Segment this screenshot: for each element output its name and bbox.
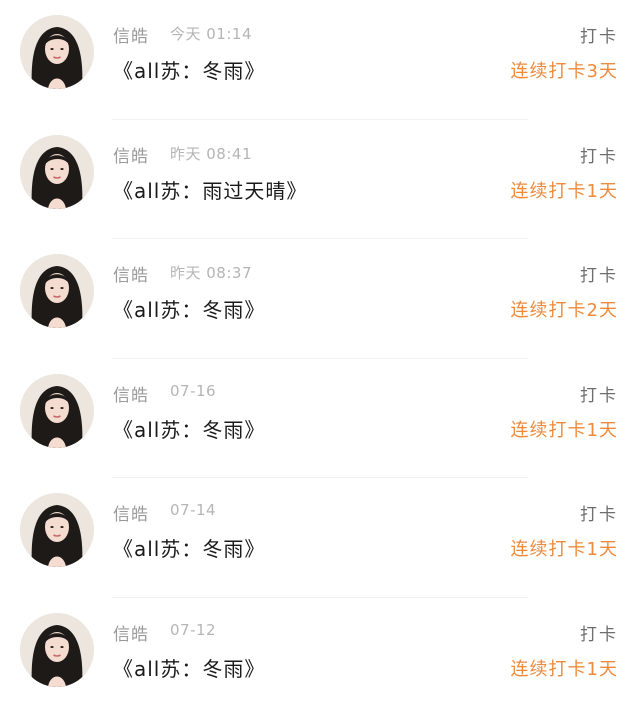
author-name[interactable]: 信皓: [113, 22, 149, 47]
post-time: 昨天 08:41: [170, 144, 252, 163]
avatar[interactable]: [20, 493, 94, 568]
streak-label: 连续打卡3天: [510, 61, 618, 82]
post-time: 07-12: [170, 620, 217, 639]
checkin-tag: 打卡: [580, 624, 618, 645]
avatar[interactable]: [20, 15, 94, 89]
avatar-portrait-icon: [20, 134, 94, 209]
post-time: 今天 01:14: [170, 25, 252, 43]
streak-label: 连续打卡1天: [510, 419, 618, 441]
post-time: 07-14: [170, 501, 217, 520]
avatar-portrait-icon: [20, 493, 94, 568]
streak-label: 连续打卡2天: [510, 300, 618, 322]
avatar-portrait-icon: [20, 612, 94, 687]
streak-label: 连续打卡1天: [510, 180, 618, 202]
author-name[interactable]: 信皓: [113, 620, 149, 645]
checkin-tag: 打卡: [580, 385, 618, 406]
avatar[interactable]: [20, 134, 94, 209]
checkin-title[interactable]: 《all苏：冬雨》: [113, 414, 265, 443]
author-name[interactable]: 信皓: [113, 500, 149, 525]
checkin-title[interactable]: 《all苏：冬雨》: [113, 653, 265, 682]
avatar-portrait-icon: [20, 254, 94, 329]
list-item[interactable]: 信皓 昨天 08:37 《all苏：冬雨》 打卡 连续打卡2天: [0, 239, 640, 359]
list-item[interactable]: 信皓 今天 01:14 《all苏：冬雨》 打卡 连续打卡3天: [0, 0, 640, 120]
avatar-portrait-icon: [20, 373, 94, 448]
checkin-feed: 信皓 今天 01:14 《all苏：冬雨》 打卡 连续打卡3天 信皓 昨天 08…: [0, 0, 640, 707]
checkin-title[interactable]: 《all苏：冬雨》: [113, 294, 265, 323]
avatar[interactable]: [20, 373, 94, 448]
streak-label: 连续打卡1天: [510, 539, 618, 561]
list-item[interactable]: 信皓 07-14 《all苏：冬雨》 打卡 连续打卡1天: [0, 478, 640, 598]
checkin-tag: 打卡: [580, 266, 618, 287]
post-time: 昨天 08:37: [170, 264, 252, 283]
checkin-title[interactable]: 《all苏：雨过天晴》: [113, 175, 307, 204]
list-item[interactable]: 信皓 昨天 08:41 《all苏：雨过天晴》 打卡 连续打卡1天: [0, 120, 640, 240]
list-item[interactable]: 信皓 07-12 《all苏：冬雨》 打卡 连续打卡1天: [0, 598, 640, 718]
checkin-title[interactable]: 《all苏：冬雨》: [113, 533, 265, 562]
checkin-tag: 打卡: [580, 505, 618, 526]
author-name[interactable]: 信皓: [113, 381, 149, 406]
streak-label: 连续打卡1天: [510, 658, 618, 680]
checkin-tag: 打卡: [580, 146, 618, 167]
avatar[interactable]: [20, 612, 94, 687]
avatar-portrait-icon: [20, 15, 94, 89]
avatar[interactable]: [20, 254, 94, 329]
checkin-title[interactable]: 《all苏：冬雨》: [113, 55, 265, 84]
checkin-tag: 打卡: [580, 27, 618, 47]
author-name[interactable]: 信皓: [113, 142, 149, 167]
post-time: 07-16: [170, 381, 217, 400]
author-name[interactable]: 信皓: [113, 261, 149, 286]
list-item[interactable]: 信皓 07-16 《all苏：冬雨》 打卡 连续打卡1天: [0, 359, 640, 479]
